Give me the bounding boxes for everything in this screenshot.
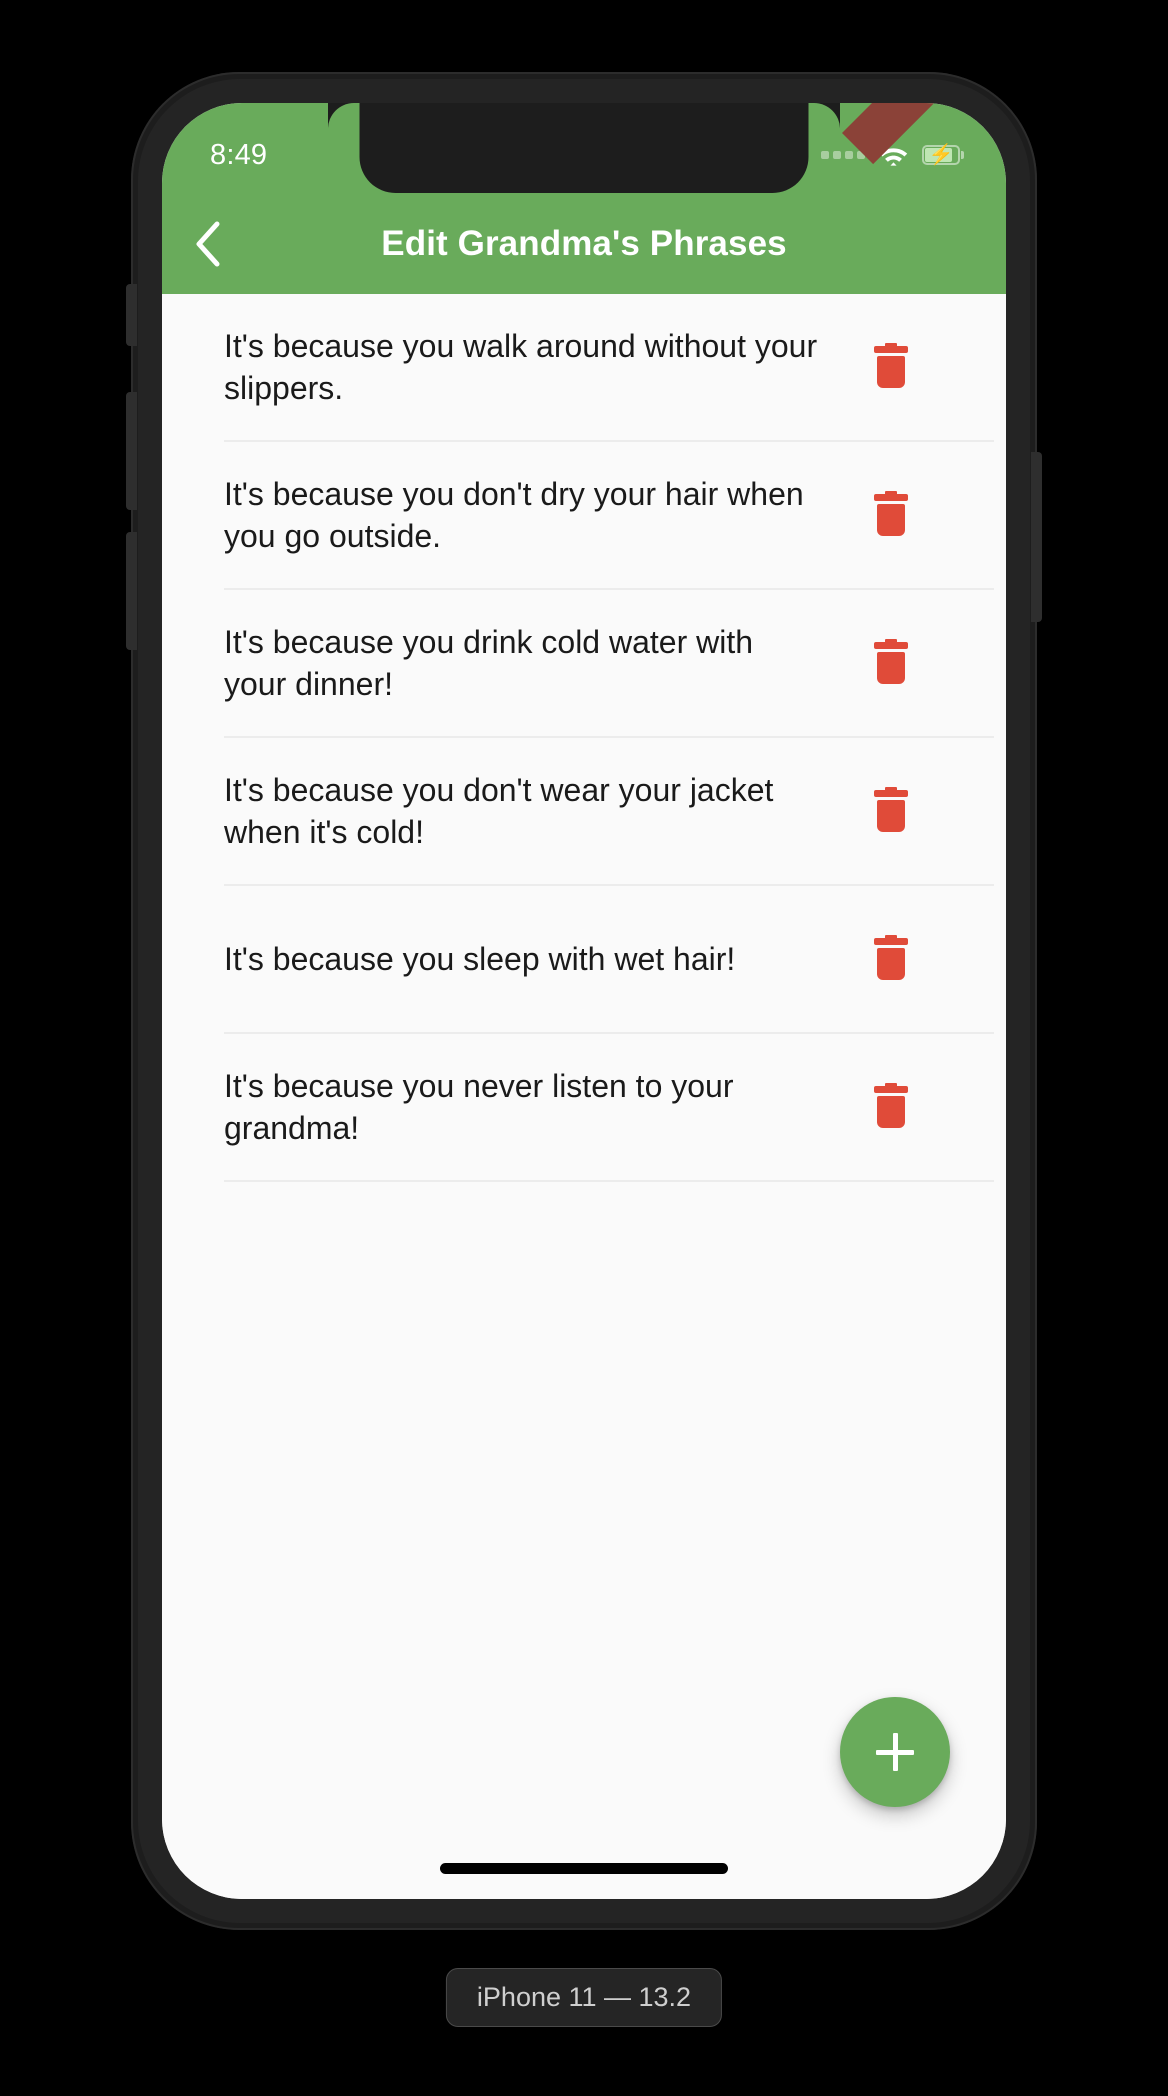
device-screen: 8:49 ⚡ Edit Grandma's Phrases It's becau… (162, 103, 1006, 1899)
delete-phrase-button[interactable] (839, 442, 943, 588)
device-caption: iPhone 11 — 13.2 (445, 1968, 723, 2027)
phrase-list[interactable]: It's because you walk around without you… (162, 294, 1006, 1899)
phrase-text: It's because you walk around without you… (224, 328, 818, 406)
back-button[interactable] (162, 193, 254, 294)
phrase-text: It's because you never listen to your gr… (224, 1068, 734, 1146)
chevron-left-icon (196, 221, 220, 266)
volume-down-button[interactable] (126, 532, 137, 650)
screenshot-canvas: 8:49 ⚡ Edit Grandma's Phrases It's becau… (0, 0, 1168, 2096)
device-frame: 8:49 ⚡ Edit Grandma's Phrases It's becau… (126, 72, 1042, 1930)
add-phrase-button[interactable] (840, 1697, 950, 1807)
battery-charging-icon: ⚡ (922, 145, 964, 165)
delete-phrase-button[interactable] (839, 1034, 943, 1180)
phrase-text: It's because you don't dry your hair whe… (224, 476, 804, 554)
power-button[interactable] (1031, 452, 1042, 622)
phrase-text: It's because you sleep with wet hair! (224, 941, 736, 977)
mute-switch-button[interactable] (126, 284, 137, 346)
delete-phrase-button[interactable] (839, 590, 943, 736)
wifi-icon (879, 147, 908, 166)
navigation-bar: Edit Grandma's Phrases (162, 193, 1006, 294)
trash-icon (874, 787, 908, 832)
list-item[interactable]: It's because you drink cold water with y… (162, 590, 1006, 736)
status-bar-time: 8:49 (210, 138, 268, 171)
volume-up-button[interactable] (126, 392, 137, 510)
trash-icon (874, 935, 908, 980)
status-bar-indicators: ⚡ (821, 144, 964, 167)
trash-icon (874, 1083, 908, 1128)
page-title: Edit Grandma's Phrases (381, 223, 787, 263)
home-indicator[interactable] (440, 1863, 728, 1874)
phrase-text: It's because you drink cold water with y… (224, 624, 754, 702)
status-bar: 8:49 ⚡ (162, 103, 1006, 193)
delete-phrase-button[interactable] (839, 294, 943, 440)
signal-dots-icon (821, 151, 865, 159)
phrase-text: It's because you don't wear your jacket … (224, 772, 774, 850)
list-divider (224, 1180, 994, 1182)
trash-icon (874, 639, 908, 684)
delete-phrase-button[interactable] (839, 738, 943, 884)
delete-phrase-button[interactable] (839, 886, 943, 1032)
list-item[interactable]: It's because you don't wear your jacket … (162, 738, 1006, 884)
trash-icon (874, 343, 908, 388)
trash-icon (874, 491, 908, 536)
list-item[interactable]: It's because you never listen to your gr… (162, 1034, 1006, 1180)
list-item[interactable]: It's because you sleep with wet hair! (162, 886, 1006, 1032)
list-item[interactable]: It's because you don't dry your hair whe… (162, 442, 1006, 588)
app-bar: 8:49 ⚡ Edit Grandma's Phrases (162, 103, 1006, 294)
list-item[interactable]: It's because you walk around without you… (162, 294, 1006, 440)
